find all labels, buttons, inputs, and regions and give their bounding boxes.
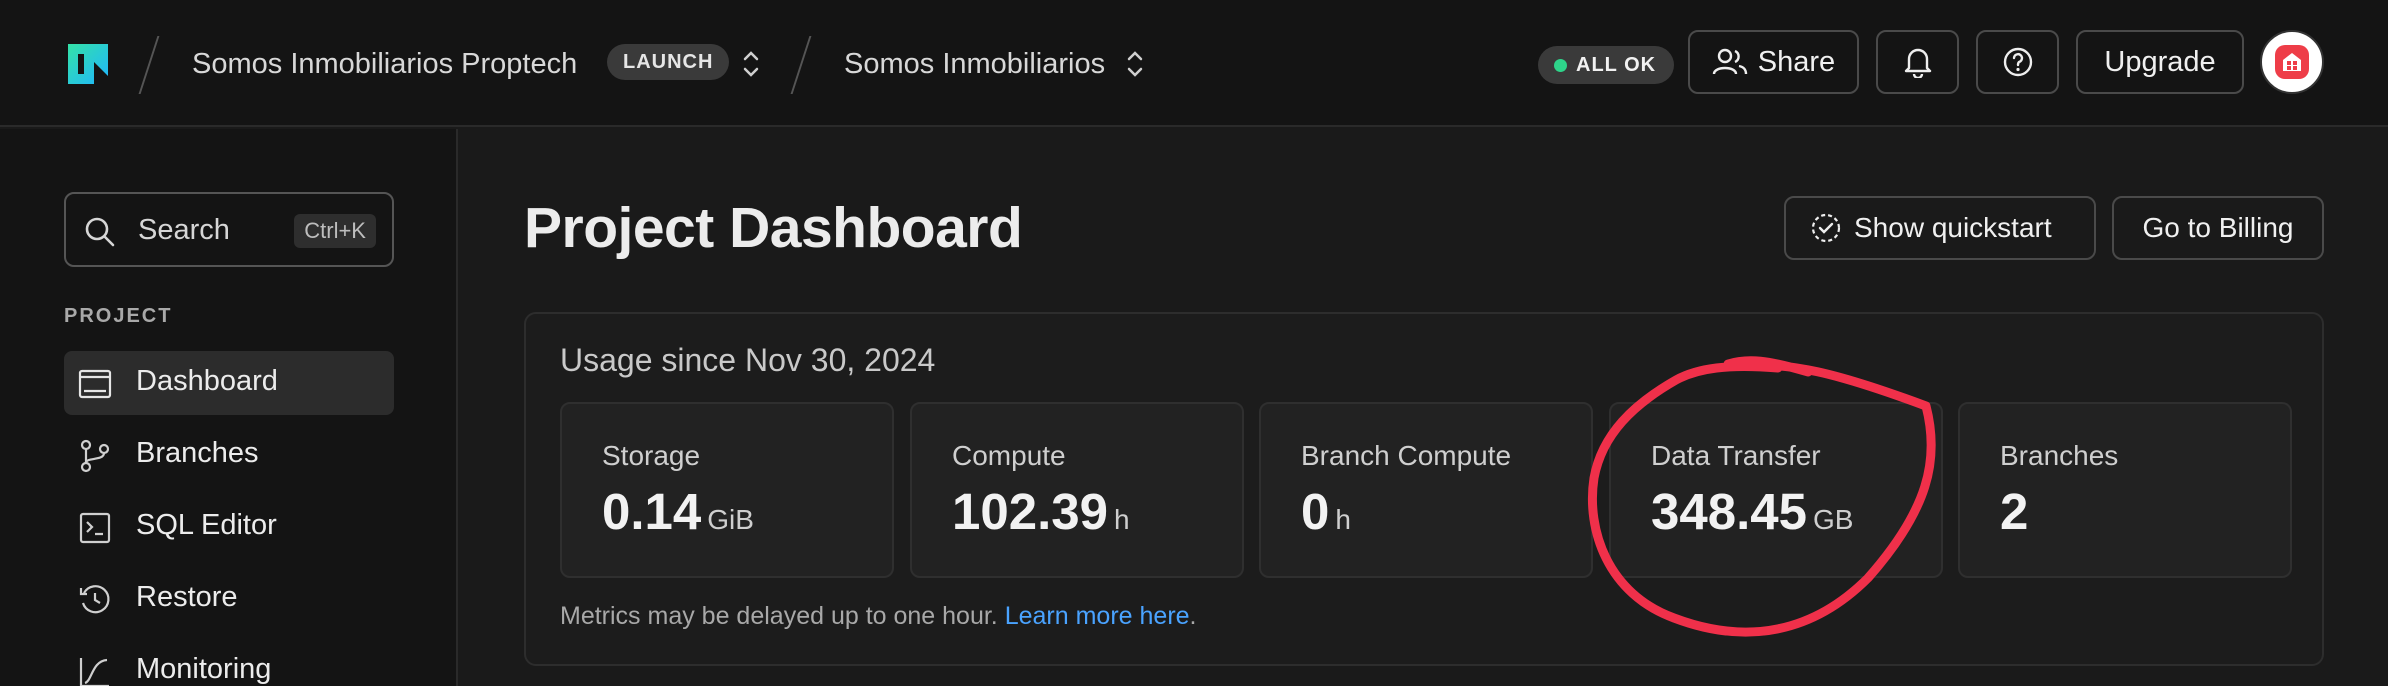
card-number: 102.39 — [952, 483, 1108, 540]
project-name[interactable]: Somos Inmobiliarios — [844, 44, 1105, 84]
usage-panel: Usage since Nov 30, 2024 Storage 0.14 GiB… — [524, 312, 2324, 666]
status-dot-icon — [1554, 59, 1567, 72]
users-icon — [1712, 48, 1747, 75]
sidebar-item-branches[interactable]: Branches — [64, 423, 394, 487]
sidebar-item-dashboard[interactable]: Dashboard — [64, 351, 394, 415]
card-label: Compute — [952, 440, 1066, 471]
dashboard-icon — [78, 369, 112, 399]
usage-card-storage: Storage 0.14 GiB — [560, 402, 894, 578]
sidebar-item-monitoring[interactable]: Monitoring — [64, 639, 394, 686]
go-to-billing-button[interactable]: Go to Billing — [2112, 196, 2324, 260]
learn-more-link[interactable]: Learn more here — [1005, 602, 1190, 630]
search-shortcut: Ctrl+K — [294, 214, 376, 248]
org-name[interactable]: Somos Inmobiliarios Proptech — [192, 44, 577, 84]
usage-card-branch-compute: Branch Compute 0h — [1259, 402, 1593, 578]
share-button[interactable]: Share — [1688, 30, 1859, 94]
status-text: ALL OK — [1576, 54, 1657, 76]
card-unit: h — [1335, 504, 1351, 535]
sidebar: Search Ctrl+K PROJECT Dashboard Branches… — [0, 129, 458, 686]
go-to-billing-label: Go to Billing — [2142, 212, 2294, 243]
card-value: 348.45 GB — [1651, 482, 1853, 541]
card-unit: GB — [1813, 504, 1854, 535]
card-number: 0 — [1301, 483, 1330, 540]
search-icon — [85, 217, 115, 247]
sidebar-item-label: Dashboard — [136, 365, 278, 397]
card-label: Branch Compute — [1301, 440, 1512, 471]
help-icon — [2003, 47, 2032, 77]
breadcrumb-separator — [138, 36, 160, 94]
card-value: 0.14 GiB — [602, 482, 754, 541]
metrics-note-end: . — [1189, 602, 1197, 630]
sidebar-item-label: SQL Editor — [136, 509, 277, 541]
card-value: 0h — [1301, 482, 1351, 541]
page-title: Project Dashboard — [524, 196, 1023, 260]
org-switcher-chevron-icon[interactable] — [742, 46, 760, 82]
avatar-logo-icon — [2275, 45, 2309, 79]
sql-editor-icon — [79, 512, 111, 544]
sidebar-item-label: Restore — [136, 581, 238, 613]
card-number: 0.14 — [602, 483, 702, 540]
search-label: Search — [138, 214, 230, 246]
card-value: 102.39 h — [952, 482, 1130, 541]
plan-badge: LAUNCH — [607, 44, 730, 80]
metrics-note-text: Metrics may be delayed up to one hour. — [560, 602, 998, 630]
card-number: 2 — [2000, 483, 2029, 540]
avatar[interactable] — [2260, 30, 2324, 94]
neon-logo-icon[interactable] — [64, 40, 112, 88]
section-label-project: PROJECT — [64, 305, 173, 327]
card-unit: h — [1114, 504, 1130, 535]
restore-icon — [79, 585, 110, 614]
metrics-note: Metrics may be delayed up to one hour. L… — [560, 602, 1197, 631]
usage-card-compute: Compute 102.39 h — [910, 402, 1244, 578]
sidebar-item-restore[interactable]: Restore — [64, 567, 394, 631]
monitoring-icon — [79, 658, 109, 686]
card-label: Branches — [2000, 440, 2119, 471]
usage-card-data-transfer: Data Transfer 348.45 GB — [1609, 402, 1943, 578]
upgrade-button[interactable]: Upgrade — [2076, 30, 2244, 94]
breadcrumb-separator — [790, 36, 812, 94]
sidebar-item-label: Monitoring — [136, 653, 272, 685]
show-quickstart-button[interactable]: Show quickstart — [1784, 196, 2096, 260]
notifications-button[interactable] — [1876, 30, 1959, 94]
card-unit: GiB — [707, 504, 754, 535]
bell-icon — [1904, 48, 1931, 78]
dashed-check-circle-icon — [1811, 213, 1841, 243]
status-badge[interactable]: ALL OK — [1538, 46, 1675, 84]
search-input[interactable]: Search Ctrl+K — [64, 192, 394, 267]
card-label: Storage — [602, 440, 701, 471]
card-label: Data Transfer — [1651, 440, 1821, 471]
branches-icon — [80, 439, 110, 473]
upgrade-label: Upgrade — [2104, 45, 2216, 78]
help-button[interactable] — [1976, 30, 2059, 94]
card-number: 348.45 — [1651, 483, 1807, 540]
card-value: 2 — [2000, 482, 2034, 541]
show-quickstart-label: Show quickstart — [1854, 212, 2052, 243]
sidebar-item-sql-editor[interactable]: SQL Editor — [64, 495, 394, 559]
share-label: Share — [1757, 45, 1836, 78]
sidebar-item-label: Branches — [136, 437, 259, 469]
usage-card-branches: Branches 2 — [1958, 402, 2292, 578]
project-switcher-chevron-icon[interactable] — [1126, 46, 1144, 82]
usage-title: Usage since Nov 30, 2024 — [560, 342, 936, 378]
top-bar: Somos Inmobiliarios Proptech LAUNCH Somo… — [0, 0, 2388, 127]
